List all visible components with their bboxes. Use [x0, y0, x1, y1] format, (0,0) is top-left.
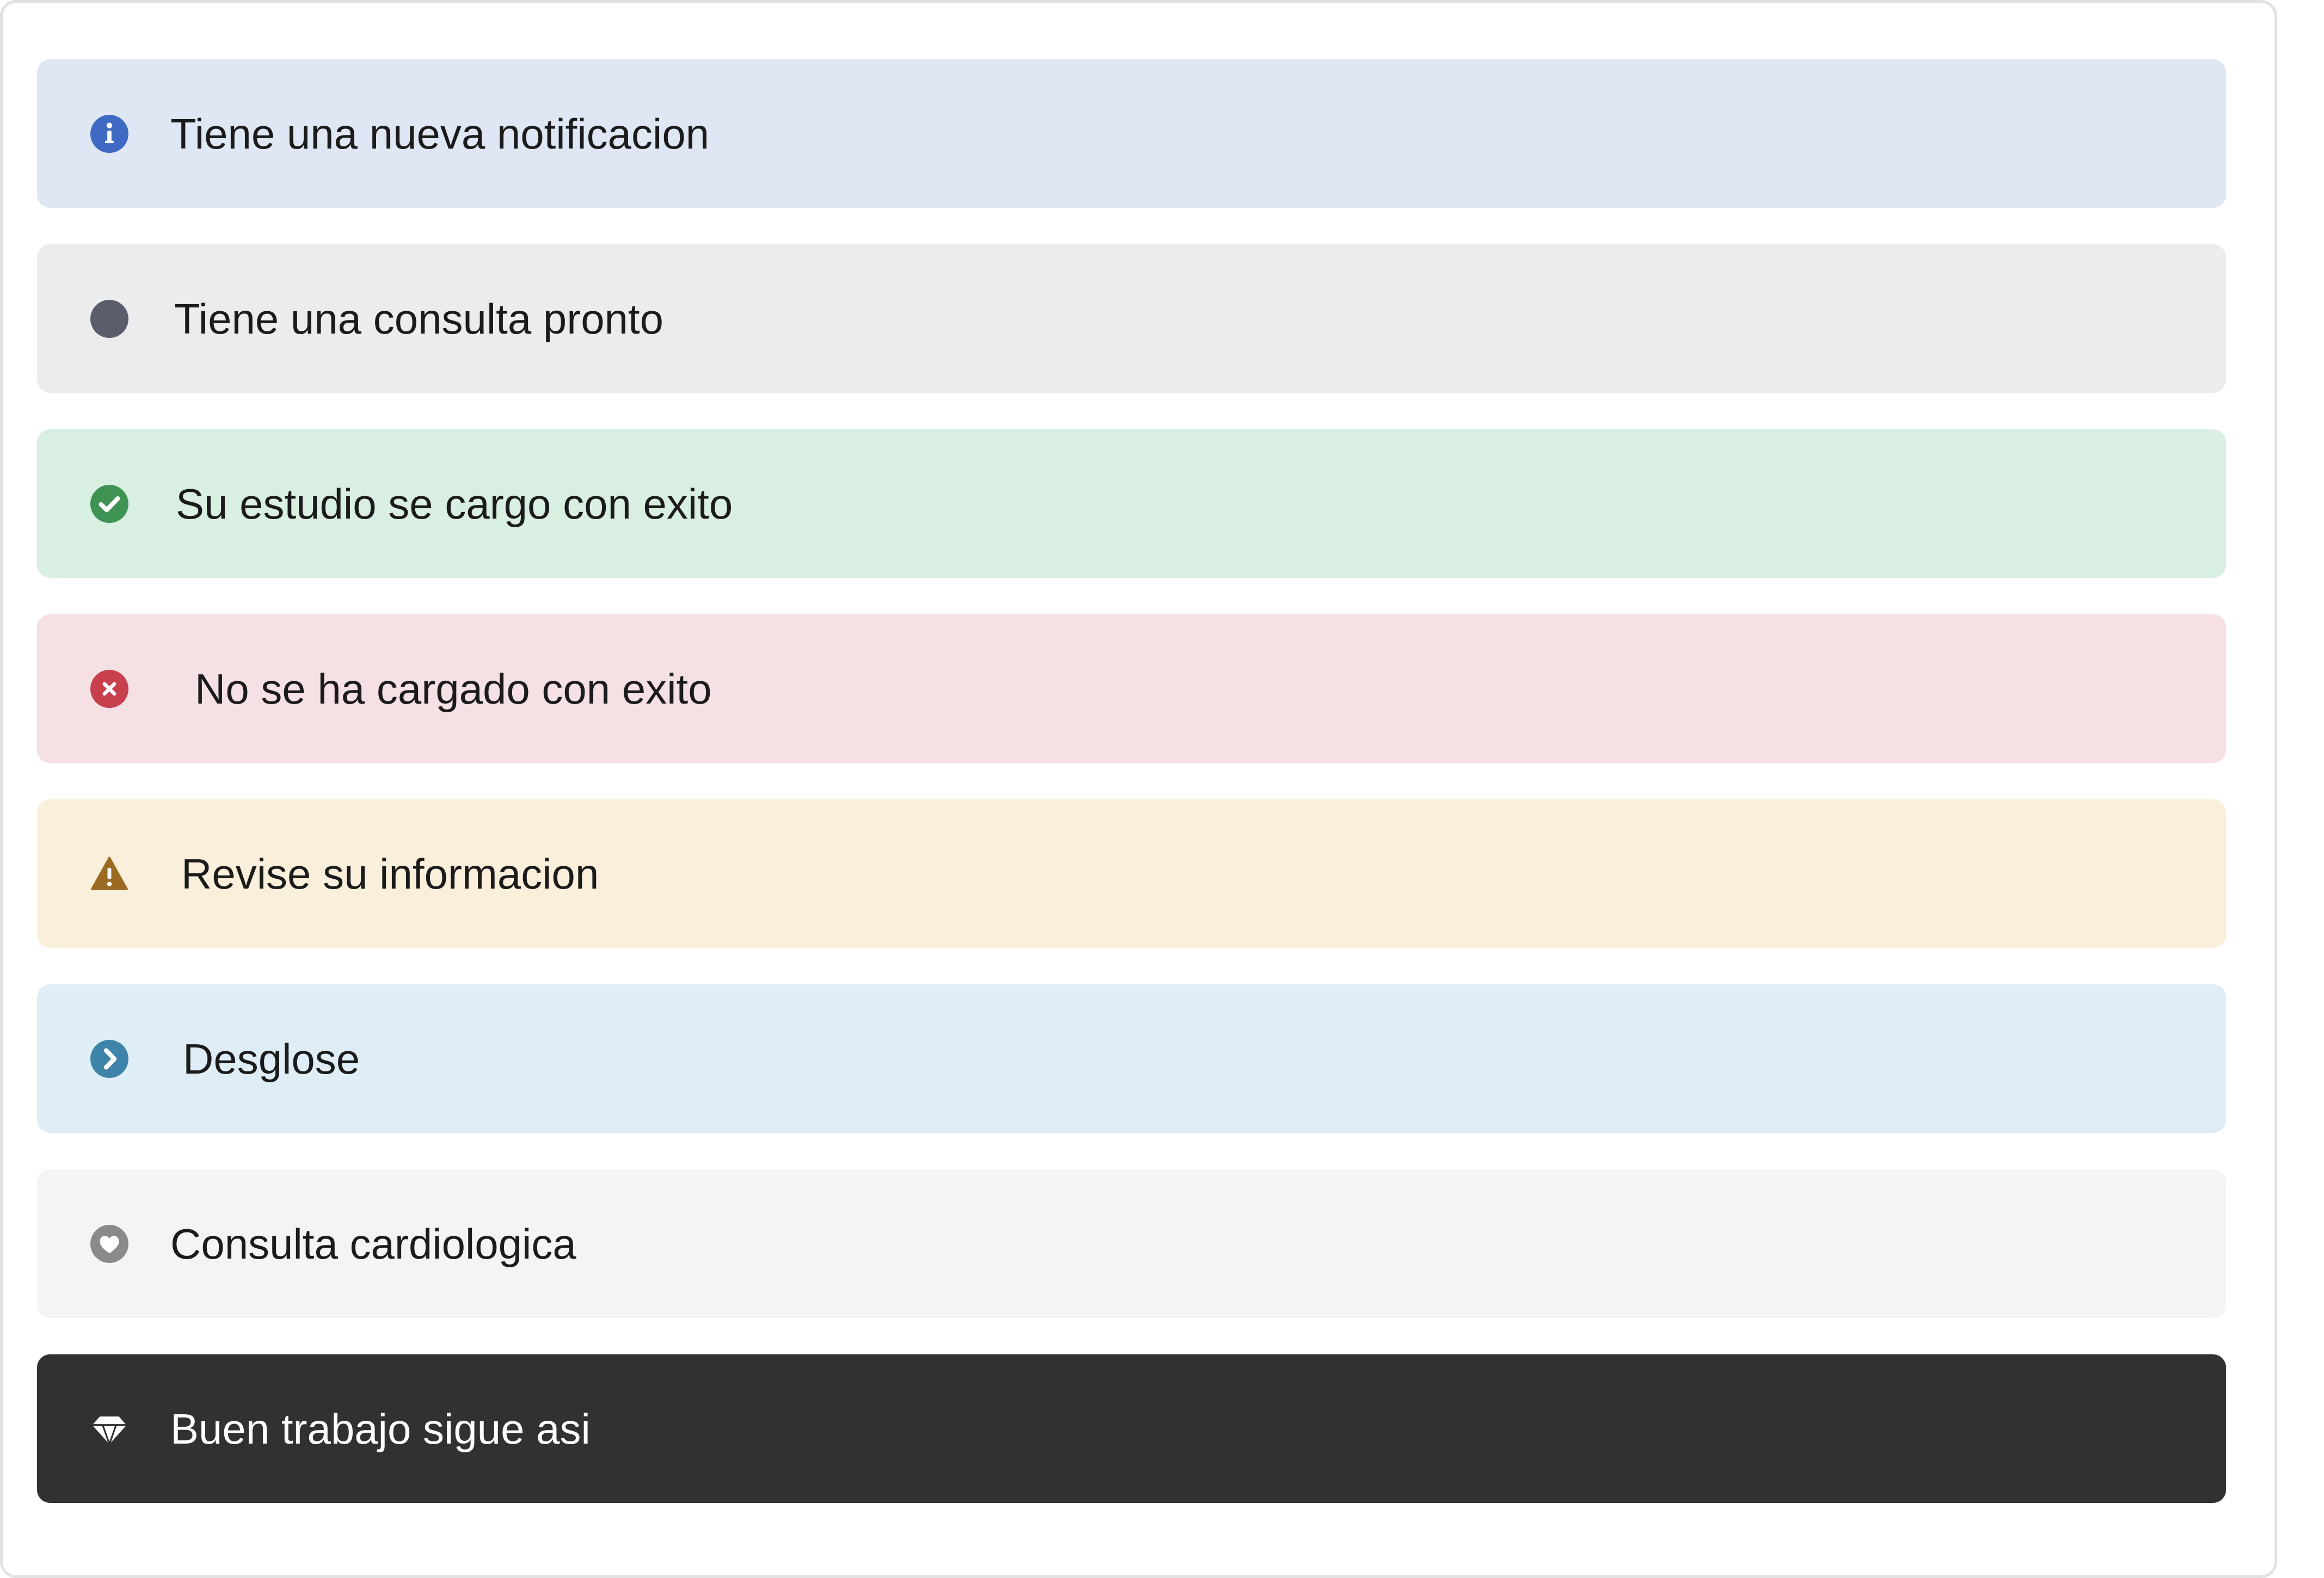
alert-text: Su estudio se cargo con exito [176, 479, 733, 528]
check-circle-icon [90, 484, 128, 523]
info-icon [90, 114, 128, 153]
x-circle-icon [90, 669, 128, 708]
alert-text: No se ha cargado con exito [195, 664, 712, 713]
alert-light: Consulta cardiologica [37, 1169, 2226, 1318]
chevron-right-circle-icon [90, 1039, 128, 1078]
alert-dark: Buen trabajo sigue asi [37, 1354, 2226, 1503]
alert-success: Su estudio se cargo con exito [37, 429, 2226, 578]
alert-primary: Tiene una nueva notificacion [37, 59, 2226, 208]
alert-text: Tiene una consulta pronto [174, 294, 664, 343]
alerts-card: Tiene una nueva notificacion Tiene una c… [0, 0, 2277, 1578]
alert-warning: Revise su informacion [37, 799, 2226, 948]
alert-danger: No se ha cargado con exito [37, 614, 2226, 763]
diamond-icon [90, 1410, 128, 1448]
warning-triangle-icon [90, 855, 128, 893]
alert-text: Revise su informacion [181, 849, 599, 898]
alert-list: Tiene una nueva notificacion Tiene una c… [37, 59, 2226, 1539]
alert-text: Tiene una nueva notificacion [170, 109, 710, 158]
alert-secondary: Tiene una consulta pronto [37, 244, 2226, 393]
alert-text: Desglose [183, 1034, 360, 1083]
alert-text: Consulta cardiologica [170, 1219, 576, 1268]
heart-circle-icon [90, 1224, 128, 1263]
alert-text: Buen trabajo sigue asi [170, 1404, 591, 1453]
alert-info: Desglose [37, 984, 2226, 1133]
dot-icon [90, 299, 128, 338]
